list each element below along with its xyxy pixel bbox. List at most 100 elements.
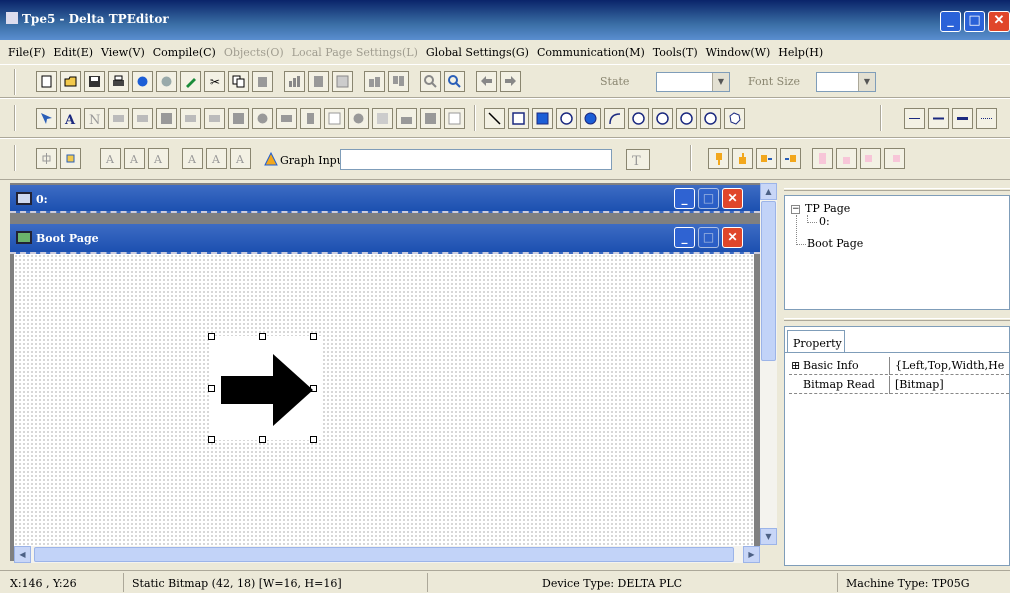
chord-tool-button[interactable] <box>628 108 649 129</box>
sector-tool-button[interactable] <box>676 108 697 129</box>
property-value[interactable]: {Left,Top,Width,He <box>895 359 1009 372</box>
align-2-button[interactable]: A <box>124 148 145 169</box>
paste-button[interactable] <box>252 71 273 92</box>
page-0-close-button[interactable]: ✕ <box>722 188 743 209</box>
minimize-button[interactable]: _ <box>940 11 961 32</box>
open-button[interactable] <box>60 71 81 92</box>
scroll-down-button[interactable]: ▼ <box>760 528 777 545</box>
property-panel-grip[interactable] <box>784 318 1010 321</box>
horizontal-scroll-thumb[interactable] <box>34 547 734 562</box>
tool-b-button[interactable] <box>308 71 329 92</box>
property-row-bitmap-read[interactable]: Bitmap Read [Bitmap] <box>789 376 1009 394</box>
menu-edit[interactable]: Edit(E) <box>49 46 97 59</box>
menu-view[interactable]: View(V) <box>97 46 149 59</box>
filled-circle-tool-button[interactable] <box>580 108 601 129</box>
scroll-left-button[interactable]: ◀ <box>14 546 31 563</box>
layer-4-button[interactable] <box>780 148 801 169</box>
new-file-button[interactable] <box>36 71 57 92</box>
page-0-titlebar[interactable]: 0: _ □ ✕ <box>10 185 770 213</box>
layer-1-button[interactable] <box>708 148 729 169</box>
tool-obj-10[interactable] <box>276 108 297 129</box>
text-tool-button[interactable]: A <box>60 108 81 129</box>
undo-button[interactable] <box>132 71 153 92</box>
tool-obj-8[interactable] <box>228 108 249 129</box>
boot-maximize-button[interactable]: □ <box>698 227 719 248</box>
tool-obj-13[interactable] <box>348 108 369 129</box>
tool-obj-16[interactable] <box>420 108 441 129</box>
align-3-button[interactable]: A <box>148 148 169 169</box>
numeric-tool-button[interactable]: N <box>84 108 105 129</box>
polygon-tool-button[interactable] <box>724 108 745 129</box>
design-canvas[interactable] <box>14 254 754 546</box>
select-pointer-button[interactable] <box>36 108 57 129</box>
tab-property[interactable]: Property <box>787 330 845 352</box>
layer-7-button[interactable] <box>860 148 881 169</box>
tree-item-0[interactable]: 0: <box>819 215 830 228</box>
tool-obj-14[interactable] <box>372 108 393 129</box>
save-button[interactable] <box>84 71 105 92</box>
property-row-basic-info[interactable]: ⊞ Basic Info {Left,Top,Width,He <box>789 357 1009 375</box>
tool-obj-6[interactable] <box>180 108 201 129</box>
zoom-out-button[interactable] <box>444 71 465 92</box>
static-bitmap-object[interactable] <box>208 333 321 443</box>
title-bar[interactable]: Tpe5 - Delta TPEditor _ □ ✕ <box>0 0 1010 40</box>
resize-handle[interactable] <box>259 436 266 443</box>
collapse-icon[interactable]: − <box>791 205 800 214</box>
vertical-scroll-thumb[interactable] <box>761 201 776 361</box>
graph-input-field[interactable] <box>340 149 612 170</box>
line-style-4[interactable] <box>976 108 997 129</box>
tool-obj-11[interactable] <box>300 108 321 129</box>
align-1-button[interactable]: A <box>100 148 121 169</box>
layer-2-button[interactable] <box>732 148 753 169</box>
menu-window[interactable]: Window(W) <box>702 46 775 59</box>
resize-handle[interactable] <box>310 436 317 443</box>
menu-communication[interactable]: Communication(M) <box>533 46 649 59</box>
text-input-button[interactable]: T <box>626 149 650 170</box>
horizontal-scrollbar[interactable]: ◀ ▶ <box>14 546 760 563</box>
tool-d-button[interactable] <box>364 71 385 92</box>
tool-obj-5[interactable] <box>156 108 177 129</box>
tool-obj-12[interactable] <box>324 108 345 129</box>
next-page-button[interactable] <box>500 71 521 92</box>
resize-handle[interactable] <box>208 436 215 443</box>
tool-obj-17[interactable] <box>444 108 465 129</box>
prev-page-button[interactable] <box>476 71 497 92</box>
tool-a-button[interactable] <box>284 71 305 92</box>
align-6-button[interactable]: A <box>230 148 251 169</box>
state-combo[interactable]: ▼ <box>656 72 730 92</box>
tree-item-boot-page[interactable]: Boot Page <box>807 237 863 250</box>
font-size-combo[interactable]: ▼ <box>816 72 876 92</box>
arc-tool-button[interactable] <box>604 108 625 129</box>
align-4-button[interactable]: A <box>182 148 203 169</box>
page-0-maximize-button[interactable]: □ <box>698 188 719 209</box>
resize-handle[interactable] <box>208 385 215 392</box>
expand-icon[interactable]: ⊞ <box>791 359 800 372</box>
menu-tools[interactable]: Tools(T) <box>649 46 702 59</box>
vertical-scrollbar[interactable]: ▲ ▼ <box>760 183 777 545</box>
tree-root-tp-page[interactable]: TP Page <box>805 202 850 215</box>
close-button[interactable]: ✕ <box>988 11 1010 32</box>
copy-button[interactable] <box>228 71 249 92</box>
resize-handle[interactable] <box>310 333 317 340</box>
scroll-right-button[interactable]: ▶ <box>743 546 760 563</box>
align-5-button[interactable]: A <box>206 148 227 169</box>
line-style-3[interactable] <box>952 108 973 129</box>
tool-obj-3[interactable] <box>108 108 129 129</box>
tool-e-button[interactable] <box>388 71 409 92</box>
tool-obj-9[interactable] <box>252 108 273 129</box>
line-style-1[interactable] <box>904 108 925 129</box>
menu-objects[interactable]: Objects(O) <box>220 46 288 59</box>
boot-page-titlebar[interactable]: Boot Page _ □ ✕ <box>10 224 770 254</box>
cut-button[interactable]: ✂ <box>204 71 225 92</box>
scroll-up-button[interactable]: ▲ <box>760 183 777 200</box>
filled-rect-tool-button[interactable] <box>532 108 553 129</box>
sector2-tool-button[interactable] <box>700 108 721 129</box>
menu-file[interactable]: File(F) <box>4 46 49 59</box>
print-button[interactable] <box>108 71 129 92</box>
menu-global-settings[interactable]: Global Settings(G) <box>422 46 533 59</box>
boot-close-button[interactable]: ✕ <box>722 227 743 248</box>
eraser-button[interactable] <box>180 71 201 92</box>
circle-tool-button[interactable] <box>556 108 577 129</box>
menu-local-page-settings[interactable]: Local Page Settings(L) <box>288 46 422 59</box>
menu-help[interactable]: Help(H) <box>774 46 827 59</box>
